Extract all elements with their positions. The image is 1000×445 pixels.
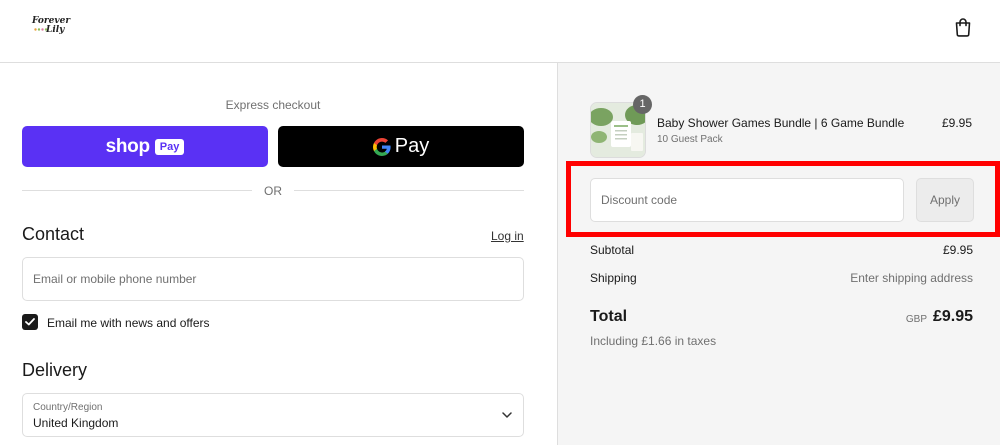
total-label: Total [590, 308, 628, 325]
divider-left [22, 190, 252, 191]
shopping-bag-icon[interactable] [952, 16, 974, 38]
quantity-badge: 1 [633, 95, 652, 114]
newsletter-checkbox[interactable] [22, 314, 38, 330]
shipping-value: Enter shipping address [850, 271, 973, 285]
delivery-heading: Delivery [22, 360, 88, 380]
google-pay-button[interactable]: Pay [278, 126, 524, 167]
shop-pay-button[interactable]: shop Pay [22, 126, 268, 167]
tax-note: Including £1.66 in taxes [590, 334, 717, 348]
store-logo[interactable]: Forever Lily [30, 16, 70, 40]
product-price: £9.95 [941, 116, 972, 130]
country-select-label: Country/Region [33, 402, 103, 413]
header: Forever Lily [0, 0, 1000, 63]
shop-pay-wordmark: shop [105, 135, 150, 157]
shipping-label: Shipping [590, 271, 637, 285]
google-pay-wordmark: Pay [394, 135, 430, 157]
total-currency: GBP [905, 314, 927, 325]
login-link[interactable]: Log in [491, 229, 524, 243]
checkmark-icon [25, 318, 35, 326]
express-checkout-label: Express checkout [225, 98, 321, 112]
google-g-icon [372, 137, 391, 156]
divider-right [294, 190, 524, 191]
country-select-value: United Kingdom [33, 416, 119, 430]
product-variant: 10 Guest Pack [657, 134, 723, 145]
country-select[interactable]: Country/Region United Kingdom [22, 393, 524, 437]
chevron-down-icon [502, 412, 512, 418]
shop-pay-badge: Pay [154, 138, 185, 155]
subtotal-value: £9.95 [942, 243, 973, 257]
newsletter-label: Email me with news and offers [47, 316, 210, 330]
logo-text-line2: Lily [46, 25, 65, 35]
contact-heading: Contact [22, 224, 85, 244]
total-amount: £9.95 [932, 308, 973, 325]
subtotal-label: Subtotal [590, 243, 635, 257]
email-field[interactable] [22, 257, 524, 301]
or-divider-text: OR [264, 184, 282, 198]
product-name: Baby Shower Games Bundle | 6 Game Bundle [657, 116, 905, 130]
discount-highlight-box [566, 161, 1000, 237]
